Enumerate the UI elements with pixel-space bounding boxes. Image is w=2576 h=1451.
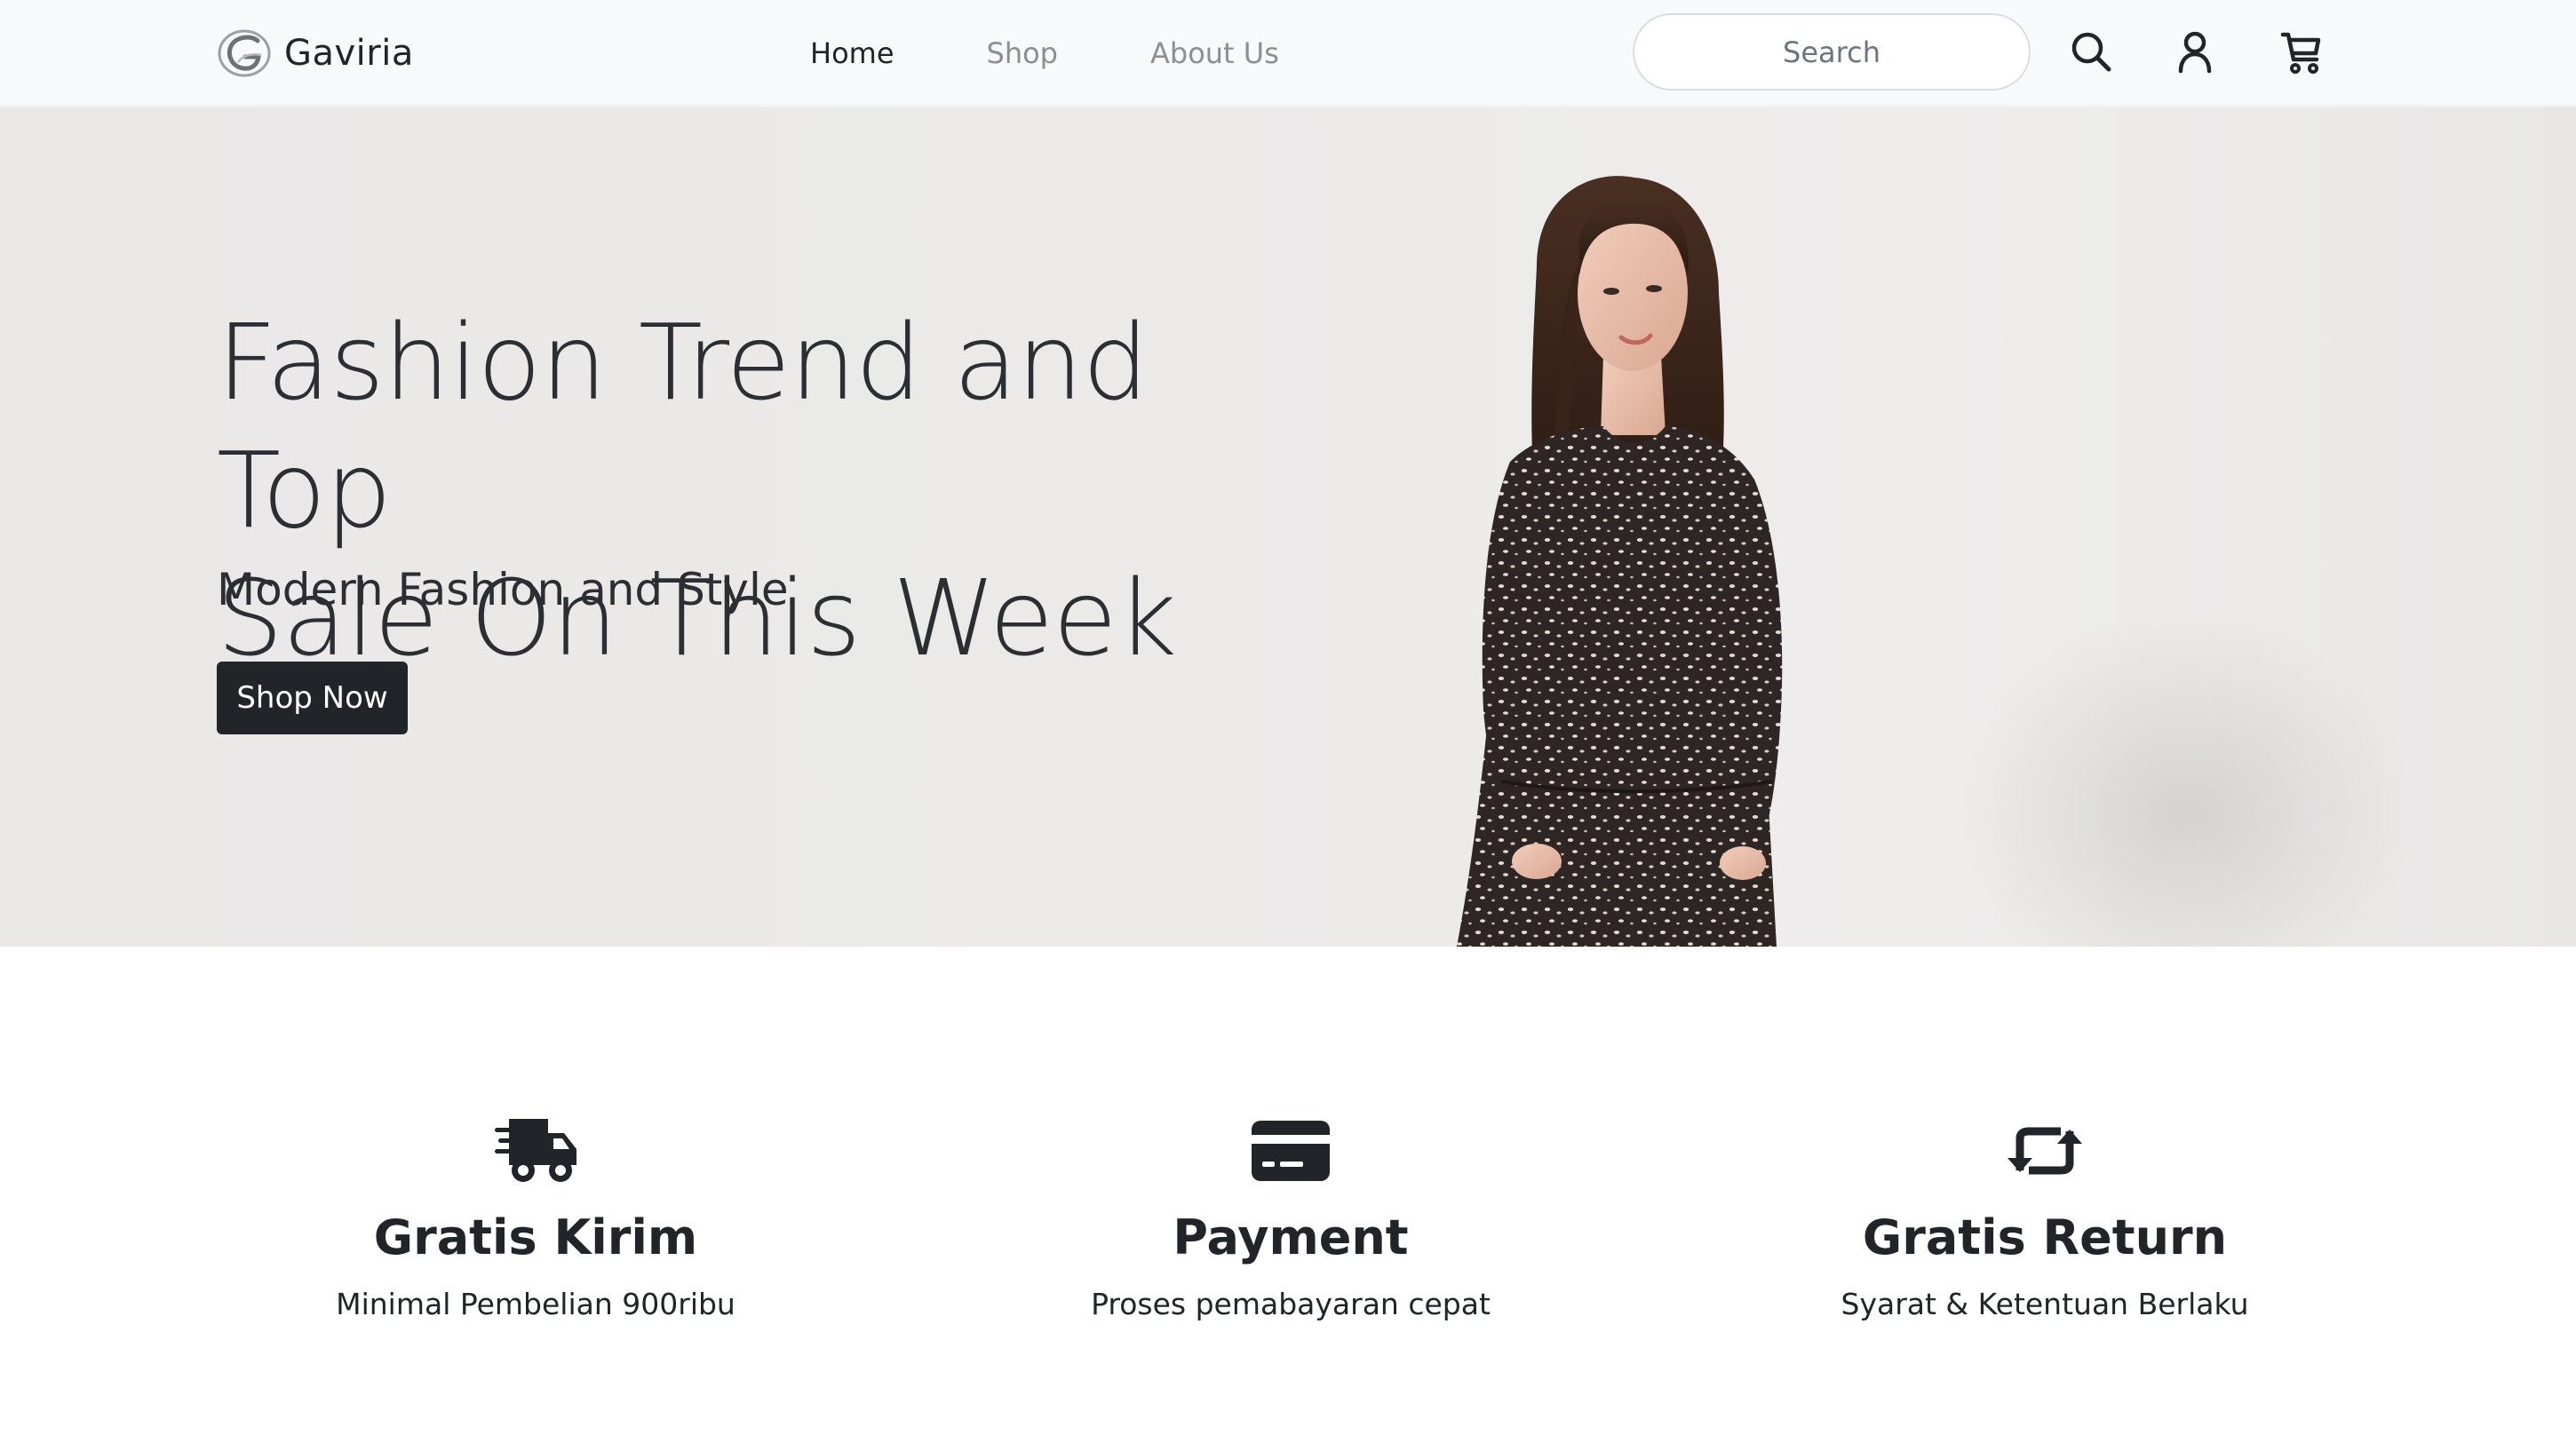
credit-card-icon bbox=[1252, 1121, 1330, 1181]
model-photo bbox=[1457, 176, 1783, 947]
feature-gratis-kirim: Gratis Kirim Minimal Pembelian 900ribu bbox=[225, 1115, 847, 1321]
search-box bbox=[1633, 13, 2031, 91]
search-icon bbox=[2071, 32, 2111, 72]
feature-title: Gratis Return bbox=[1862, 1209, 2228, 1265]
feature-title: Gratis Kirim bbox=[373, 1209, 698, 1265]
shop-now-button[interactable]: Shop Now bbox=[217, 662, 408, 734]
feature-description: Proses pemabayaran cepat bbox=[1091, 1287, 1491, 1321]
feature-title: Payment bbox=[1173, 1209, 1409, 1265]
hero-title: Fashion Trend and Top Sale On This Week bbox=[217, 298, 1327, 682]
feature-gratis-return: Gratis Return Syarat & Ketentuan Berlaku bbox=[1734, 1115, 2356, 1321]
search-input[interactable] bbox=[1634, 35, 2029, 69]
hero-background-shadow bbox=[1954, 609, 2416, 947]
hero-title-line-1: Fashion Trend and Top bbox=[217, 301, 1149, 551]
features-section: Gratis Kirim Minimal Pembelian 900ribu P… bbox=[0, 947, 2576, 1451]
search-button[interactable] bbox=[2066, 27, 2118, 78]
nav-link-shop[interactable]: Shop bbox=[987, 36, 1058, 70]
hero-subtitle: Modern Fashion and Style bbox=[217, 564, 789, 615]
brand-name: Gaviria bbox=[284, 33, 414, 74]
feature-description: Minimal Pembelian 900ribu bbox=[336, 1287, 735, 1321]
brand[interactable]: Gaviria bbox=[217, 27, 414, 80]
nav-link-about-us[interactable]: About Us bbox=[1150, 36, 1279, 70]
gaviria-logo-icon bbox=[218, 29, 271, 77]
return-arrows-icon bbox=[2008, 1127, 2082, 1175]
nav-link-home[interactable]: Home bbox=[810, 36, 894, 70]
hero-banner: Fashion Trend and Top Sale On This Week … bbox=[0, 107, 2576, 947]
feature-description: Syarat & Ketentuan Berlaku bbox=[1841, 1287, 2249, 1321]
cart-icon bbox=[2280, 32, 2321, 74]
account-button[interactable] bbox=[2169, 27, 2221, 78]
truck-fast-icon bbox=[495, 1119, 576, 1182]
user-icon bbox=[2178, 31, 2212, 74]
feature-payment: Payment Proses pemabayaran cepat bbox=[980, 1115, 1602, 1321]
cart-button[interactable] bbox=[2276, 27, 2327, 78]
navbar: Gaviria Home Shop About Us bbox=[0, 0, 2576, 106]
main-nav: Home Shop About Us bbox=[810, 32, 1371, 75]
